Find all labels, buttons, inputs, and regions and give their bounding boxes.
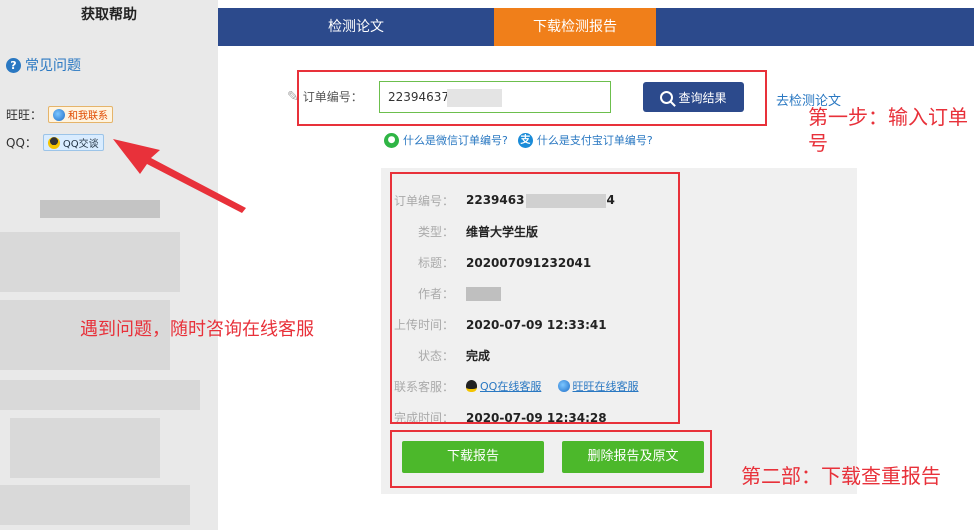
wangwang-icon [53, 108, 66, 121]
tab-check-paper[interactable]: 检测论文 [218, 8, 494, 46]
qq-chat-button[interactable]: QQ交谈 [42, 134, 104, 151]
redacted-block [0, 485, 190, 525]
wangwang-row: 旺旺： 和我联系 [6, 106, 114, 123]
sidebar: 获取帮助 ? 常见问题 旺旺： 和我联系 QQ： QQ交谈 [0, 0, 218, 530]
page: 获取帮助 ? 常见问题 旺旺： 和我联系 QQ： QQ交谈 检测论文 下载检测报… [0, 0, 974, 530]
top-nav: 检测论文 下载检测报告 [218, 8, 974, 46]
alipay-order-help-link[interactable]: 支 什么是支付宝订单编号? [517, 132, 653, 148]
redacted-block [40, 200, 160, 218]
faq-link[interactable]: ? 常见问题 [6, 55, 81, 75]
qq-row: QQ： QQ交谈 [6, 134, 104, 151]
alipay-icon: 支 [517, 132, 533, 148]
annotation-step2: 第二部：下载查重报告 [741, 464, 941, 488]
wechat-help-label: 什么是微信订单编号? [403, 134, 508, 147]
wechat-order-help-link[interactable]: ● 什么是微信订单编号? [384, 132, 508, 148]
qq-penguin-icon [47, 136, 60, 149]
qq-label: QQ： [6, 136, 37, 150]
redacted-block [0, 380, 200, 410]
annotation-box-info [390, 172, 680, 424]
wangwang-label: 旺旺： [6, 108, 43, 122]
faq-label: 常见问题 [25, 58, 81, 74]
annotation-box-search [297, 70, 767, 126]
help-links: ● 什么是微信订单编号? 支 什么是支付宝订单编号? [384, 132, 653, 148]
tab-download-report[interactable]: 下载检测报告 [494, 8, 656, 46]
annotation-step1: 第一步：输入订单号 [808, 105, 968, 155]
wangwang-chip-label: 和我联系 [68, 111, 109, 122]
qq-chip-label: QQ交谈 [62, 139, 99, 150]
wangwang-contact-button[interactable]: 和我联系 [48, 106, 114, 123]
question-icon: ? [6, 57, 21, 73]
alipay-help-label: 什么是支付宝订单编号? [536, 134, 653, 147]
annotation-help: 遇到问题，随时咨询在线客服 [80, 319, 314, 340]
wechat-icon: ● [384, 132, 399, 148]
redacted-block [10, 418, 160, 478]
redacted-block [0, 232, 180, 292]
annotation-box-buttons [390, 430, 712, 488]
sidebar-title: 获取帮助 [81, 7, 137, 23]
